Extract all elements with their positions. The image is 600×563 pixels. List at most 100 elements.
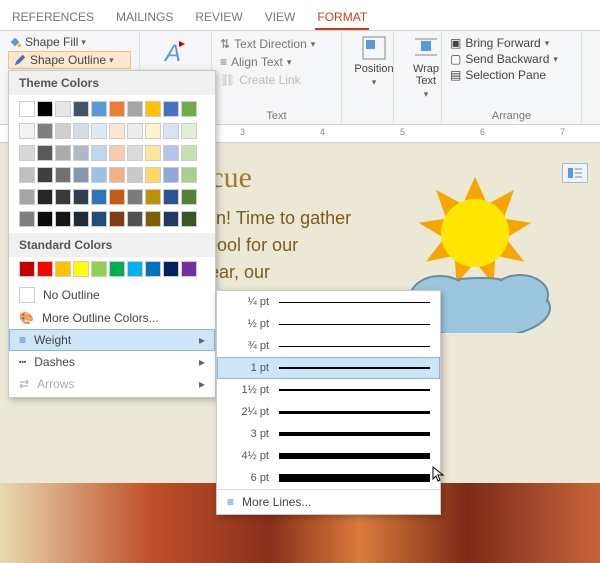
color-swatch[interactable] — [37, 261, 53, 277]
color-swatch[interactable] — [91, 101, 107, 117]
color-swatch[interactable] — [145, 189, 161, 205]
color-swatch[interactable] — [109, 261, 125, 277]
color-swatch[interactable] — [55, 189, 71, 205]
color-swatch[interactable] — [145, 123, 161, 139]
color-swatch[interactable] — [181, 189, 197, 205]
color-swatch[interactable] — [145, 261, 161, 277]
quick-styles-icon[interactable]: A — [159, 35, 193, 69]
dashes-item[interactable]: ┅Dashes▸ — [9, 351, 215, 373]
color-swatch[interactable] — [19, 167, 35, 183]
color-swatch[interactable] — [127, 101, 143, 117]
color-swatch[interactable] — [163, 189, 179, 205]
weight-6pt[interactable]: 6 pt — [217, 467, 440, 489]
color-swatch[interactable] — [55, 123, 71, 139]
color-swatch[interactable] — [109, 211, 125, 227]
color-swatch[interactable] — [181, 101, 197, 117]
shape-fill-button[interactable]: Shape Fill▾ — [8, 35, 131, 49]
color-swatch[interactable] — [37, 211, 53, 227]
color-swatch[interactable] — [109, 123, 125, 139]
color-swatch[interactable] — [181, 261, 197, 277]
weight-1pt[interactable]: 1 pt — [217, 357, 440, 379]
weight-025pt[interactable]: ¼ pt — [217, 291, 440, 313]
no-outline-item[interactable]: No Outline — [9, 283, 215, 307]
color-swatch[interactable] — [127, 261, 143, 277]
color-swatch[interactable] — [163, 123, 179, 139]
color-swatch[interactable] — [91, 123, 107, 139]
weight-075pt[interactable]: ¾ pt — [217, 335, 440, 357]
color-swatch[interactable] — [73, 167, 89, 183]
more-lines-item[interactable]: ≡More Lines... — [217, 489, 440, 514]
color-swatch[interactable] — [127, 211, 143, 227]
color-swatch[interactable] — [145, 211, 161, 227]
color-swatch[interactable] — [145, 167, 161, 183]
color-swatch[interactable] — [37, 101, 53, 117]
color-swatch[interactable] — [91, 261, 107, 277]
color-swatch[interactable] — [109, 101, 125, 117]
color-swatch[interactable] — [109, 167, 125, 183]
color-swatch[interactable] — [163, 211, 179, 227]
color-swatch[interactable] — [91, 189, 107, 205]
weight-05pt[interactable]: ½ pt — [217, 313, 440, 335]
color-swatch[interactable] — [145, 101, 161, 117]
send-backward-button[interactable]: ▢Send Backward▾ — [450, 52, 573, 66]
color-swatch[interactable] — [181, 123, 197, 139]
color-swatch[interactable] — [19, 123, 35, 139]
color-swatch[interactable] — [91, 211, 107, 227]
tab-references[interactable]: REFERENCES — [10, 6, 96, 30]
shape-outline-button[interactable]: Shape Outline▾ — [8, 51, 131, 69]
color-swatch[interactable] — [55, 261, 71, 277]
color-swatch[interactable] — [127, 167, 143, 183]
color-swatch[interactable] — [19, 211, 35, 227]
color-swatch[interactable] — [181, 211, 197, 227]
color-swatch[interactable] — [37, 145, 53, 161]
color-swatch[interactable] — [55, 145, 71, 161]
weight-225pt[interactable]: 2¼ pt — [217, 401, 440, 423]
color-swatch[interactable] — [73, 211, 89, 227]
more-outline-colors-item[interactable]: 🎨More Outline Colors... — [9, 307, 215, 329]
color-swatch[interactable] — [73, 101, 89, 117]
weight-item[interactable]: ≡Weight▸ — [9, 329, 215, 351]
color-swatch[interactable] — [55, 211, 71, 227]
color-swatch[interactable] — [55, 167, 71, 183]
color-swatch[interactable] — [19, 261, 35, 277]
color-swatch[interactable] — [37, 123, 53, 139]
color-swatch[interactable] — [73, 261, 89, 277]
color-swatch[interactable] — [73, 123, 89, 139]
tab-review[interactable]: REVIEW — [193, 6, 244, 30]
color-swatch[interactable] — [37, 167, 53, 183]
color-swatch[interactable] — [109, 145, 125, 161]
layout-options-button[interactable] — [562, 163, 588, 183]
color-swatch[interactable] — [37, 189, 53, 205]
color-swatch[interactable] — [109, 189, 125, 205]
align-text-button[interactable]: ≡Align Text▾ — [220, 55, 333, 69]
color-swatch[interactable] — [145, 145, 161, 161]
color-swatch[interactable] — [19, 101, 35, 117]
color-swatch[interactable] — [181, 145, 197, 161]
color-swatch[interactable] — [163, 145, 179, 161]
theme-color-row — [9, 95, 215, 123]
color-swatch[interactable] — [91, 145, 107, 161]
color-swatch[interactable] — [181, 167, 197, 183]
color-swatch[interactable] — [127, 189, 143, 205]
tab-view[interactable]: VIEW — [263, 6, 298, 30]
color-swatch[interactable] — [91, 167, 107, 183]
color-swatch[interactable] — [127, 145, 143, 161]
color-swatch[interactable] — [163, 167, 179, 183]
text-direction-button[interactable]: ⇅Text Direction▾ — [220, 37, 333, 51]
bring-forward-button[interactable]: ▣Bring Forward▾ — [450, 36, 573, 50]
selection-pane-button[interactable]: ▤Selection Pane — [450, 68, 573, 82]
weight-3pt[interactable]: 3 pt — [217, 423, 440, 445]
weight-15pt[interactable]: 1½ pt — [217, 379, 440, 401]
color-swatch[interactable] — [73, 145, 89, 161]
tab-format[interactable]: FORMAT — [315, 6, 369, 30]
tab-mailings[interactable]: MAILINGS — [114, 6, 175, 30]
color-swatch[interactable] — [73, 189, 89, 205]
position-button[interactable]: Position▾ — [350, 35, 398, 88]
color-swatch[interactable] — [127, 123, 143, 139]
color-swatch[interactable] — [19, 189, 35, 205]
color-swatch[interactable] — [163, 261, 179, 277]
weight-45pt[interactable]: 4½ pt — [217, 445, 440, 467]
color-swatch[interactable] — [55, 101, 71, 117]
color-swatch[interactable] — [19, 145, 35, 161]
color-swatch[interactable] — [163, 101, 179, 117]
